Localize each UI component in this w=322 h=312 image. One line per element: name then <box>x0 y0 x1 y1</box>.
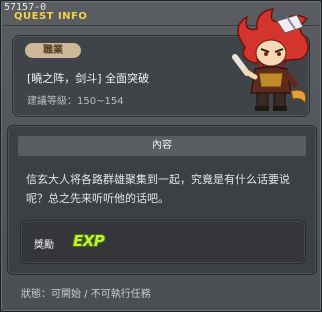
exp-icon[interactable]: EXP <box>73 232 105 250</box>
quest-description: 信玄大人将各路群雄聚集到一起，究竟是有什么话要说呢？总之先来听听他的话吧。 <box>26 173 290 205</box>
job-badge: 職業 <box>25 43 81 58</box>
content-panel: 內容 信玄大人将各路群雄聚集到一起，究竟是有什么话要说呢？总之先来听听他的话吧。… <box>7 125 317 275</box>
level-requirement: 建議等級：150~154 <box>27 96 124 107</box>
quest-status: 狀態：可開始 / 不可執行任務 <box>21 289 151 300</box>
window-title: QUEST INFO <box>14 11 88 22</box>
content-header: 內容 <box>18 136 306 156</box>
character-portrait-icon <box>225 7 315 117</box>
reward-box: 獎勵 EXP <box>20 220 306 264</box>
quest-name: [曉之阵，剑斗] 全面突破 <box>27 72 150 85</box>
reward-label: 獎勵 <box>34 240 54 251</box>
quest-info-window: 57157-0 QUEST INFO 職業 [曉之阵，剑斗] 全面突破 建議等級… <box>0 0 322 312</box>
